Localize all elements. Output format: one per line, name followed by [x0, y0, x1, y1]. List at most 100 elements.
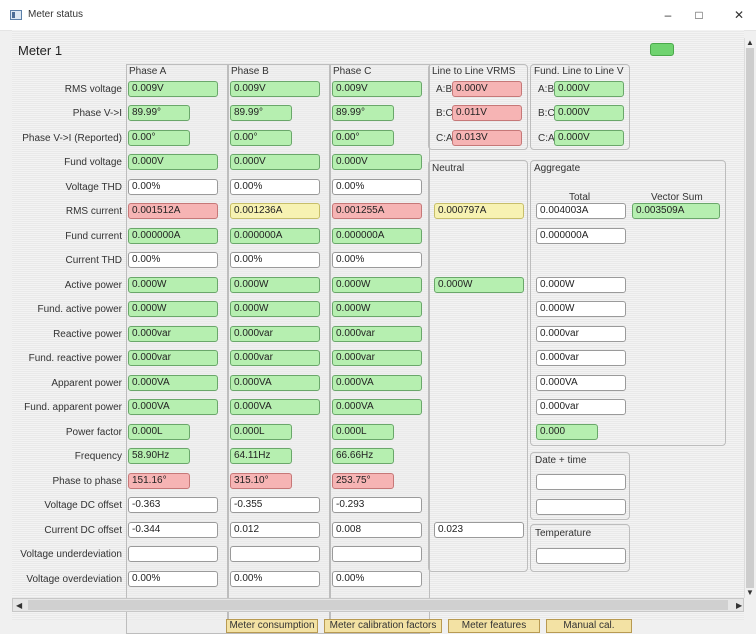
current-dc-offset-a: -0.344 — [128, 522, 218, 538]
vertical-scroll-thumb[interactable] — [746, 48, 754, 588]
frequency-c: 66.66Hz — [332, 448, 394, 464]
row-label-fund-apparent-power: Fund. apparent power — [24, 402, 122, 413]
reactive-power-a: 0.000var — [128, 326, 218, 342]
ll-vrms-bc: 0.011V — [452, 105, 522, 121]
fund-ll-label-ca: C:A — [538, 133, 555, 144]
meter-consumption-button[interactable]: Meter consumption — [226, 619, 318, 633]
current-dc-offset-b: 0.012 — [230, 522, 320, 538]
manual-cal-button[interactable]: Manual cal. — [546, 619, 632, 633]
fund-ll-label-bc: B:C — [538, 108, 555, 119]
fund-reactive-power-a: 0.000var — [128, 350, 218, 366]
row-label-fund-voltage: Fund voltage — [64, 157, 122, 168]
fund-current-b: 0.000000A — [230, 228, 320, 244]
voltage-overdeviation-b: 0.00% — [230, 571, 320, 587]
window-title: Meter status — [28, 9, 84, 20]
ll-label-ab: A:B — [436, 84, 453, 95]
apparent-power-b: 0.000VA — [230, 375, 320, 391]
reactive-power-c: 0.000var — [332, 326, 422, 342]
row-label-frequency: Frequency — [74, 451, 122, 462]
phase-c-header: Phase C — [333, 66, 372, 77]
meter-calibration-factors-button[interactable]: Meter calibration factors — [324, 619, 442, 633]
aggregate-fund-current: 0.000000A — [536, 228, 626, 244]
window-app-icon — [10, 10, 22, 20]
fund-ll-bc: 0.000V — [554, 105, 624, 121]
ll-label-ca: C:A — [436, 133, 453, 144]
phase-b-header: Phase B — [231, 66, 269, 77]
scroll-down-arrow-icon[interactable]: ▼ — [746, 588, 754, 597]
aggregate-total-header: Total — [569, 192, 591, 203]
aggregate-header: Aggregate — [534, 163, 581, 174]
phase-vi-reported-c: 0.00° — [332, 130, 394, 146]
frequency-a: 58.90Hz — [128, 448, 190, 464]
fund-voltage-c: 0.000V — [332, 154, 422, 170]
active-power-b: 0.000W — [230, 277, 320, 293]
maximize-button[interactable]: □ — [684, 6, 714, 24]
temperature-field[interactable] — [536, 548, 626, 564]
scroll-up-arrow-icon[interactable]: ▲ — [746, 38, 754, 47]
fund-line-to-line-header: Fund. Line to Line V — [534, 66, 624, 77]
horizontal-scroll-thumb[interactable] — [28, 600, 728, 610]
row-label-reactive-power: Reactive power — [53, 329, 122, 340]
date-time-field-1[interactable] — [536, 474, 626, 490]
phase-to-phase-c: 253.75° — [332, 473, 394, 489]
fund-ll-ab: 0.000V — [554, 81, 624, 97]
ll-vrms-ca: 0.013V — [452, 130, 522, 146]
reactive-power-b: 0.000var — [230, 326, 320, 342]
scroll-left-arrow-icon[interactable]: ◀ — [16, 601, 22, 610]
row-label-voltage-dc-offset: Voltage DC offset — [44, 500, 122, 511]
current-thd-a: 0.00% — [128, 252, 218, 268]
meter-features-button[interactable]: Meter features — [448, 619, 540, 633]
fund-current-a: 0.000000A — [128, 228, 218, 244]
current-thd-c: 0.00% — [332, 252, 422, 268]
scroll-right-arrow-icon[interactable]: ▶ — [736, 601, 742, 610]
row-label-phase-vi-reported: Phase V->I (Reported) — [22, 133, 122, 144]
row-label-phase-to-phase: Phase to phase — [52, 476, 123, 487]
fund-ll-label-ab: A:B — [538, 84, 555, 95]
rms-current-a: 0.001512A — [128, 203, 218, 219]
rms-voltage-b: 0.009V — [230, 81, 320, 97]
power-factor-a: 0.000L — [128, 424, 190, 440]
close-button[interactable]: ✕ — [722, 6, 756, 24]
fund-current-c: 0.000000A — [332, 228, 422, 244]
neutral-rms-current: 0.000797A — [434, 203, 524, 219]
rms-current-b: 0.001236A — [230, 203, 320, 219]
voltage-thd-a: 0.00% — [128, 179, 218, 195]
fund-apparent-power-a: 0.000VA — [128, 399, 218, 415]
row-label-fund-active-power: Fund. active power — [37, 304, 123, 315]
aggregate-fund-active-power: 0.000W — [536, 301, 626, 317]
fund-reactive-power-c: 0.000var — [332, 350, 422, 366]
voltage-thd-b: 0.00% — [230, 179, 320, 195]
row-label-phase-vi: Phase V->I — [72, 108, 122, 119]
aggregate-vector-sum-header: Vector Sum — [651, 192, 703, 203]
current-thd-b: 0.00% — [230, 252, 320, 268]
row-label-fund-reactive-power: Fund. reactive power — [28, 353, 122, 364]
neutral-active-power: 0.000W — [434, 277, 524, 293]
voltage-thd-c: 0.00% — [332, 179, 422, 195]
active-power-c: 0.000W — [332, 277, 422, 293]
voltage-overdeviation-c: 0.00% — [332, 571, 422, 587]
fund-active-power-c: 0.000W — [332, 301, 422, 317]
minimize-button[interactable]: – — [653, 6, 683, 24]
row-label-active-power: Active power — [64, 280, 122, 291]
fund-ll-ca: 0.000V — [554, 130, 624, 146]
date-time-field-2[interactable] — [536, 499, 626, 515]
aggregate-fund-apparent-power: 0.000var — [536, 399, 626, 415]
row-label-power-factor: Power factor — [65, 427, 122, 438]
voltage-underdeviation-b — [230, 546, 320, 562]
phase-vi-c: 89.99° — [332, 105, 394, 121]
frequency-b: 64.11Hz — [230, 448, 292, 464]
row-label-voltage-thd: Voltage THD — [65, 182, 122, 193]
phase-to-phase-b: 315.10° — [230, 473, 292, 489]
voltage-dc-offset-c: -0.293 — [332, 497, 422, 513]
current-dc-offset-c: 0.008 — [332, 522, 422, 538]
row-label-current-dc-offset: Current DC offset — [44, 525, 122, 536]
date-time-label: Date + time — [535, 455, 587, 466]
meter-title: Meter 1 — [18, 43, 63, 58]
aggregate-power-factor: 0.000 — [536, 424, 598, 440]
apparent-power-c: 0.000VA — [332, 375, 422, 391]
active-power-a: 0.000W — [128, 277, 218, 293]
row-label-apparent-power: Apparent power — [51, 378, 122, 389]
rms-current-c: 0.001255A — [332, 203, 422, 219]
aggregate-rms-current-total: 0.004003A — [536, 203, 626, 219]
voltage-dc-offset-b: -0.355 — [230, 497, 320, 513]
